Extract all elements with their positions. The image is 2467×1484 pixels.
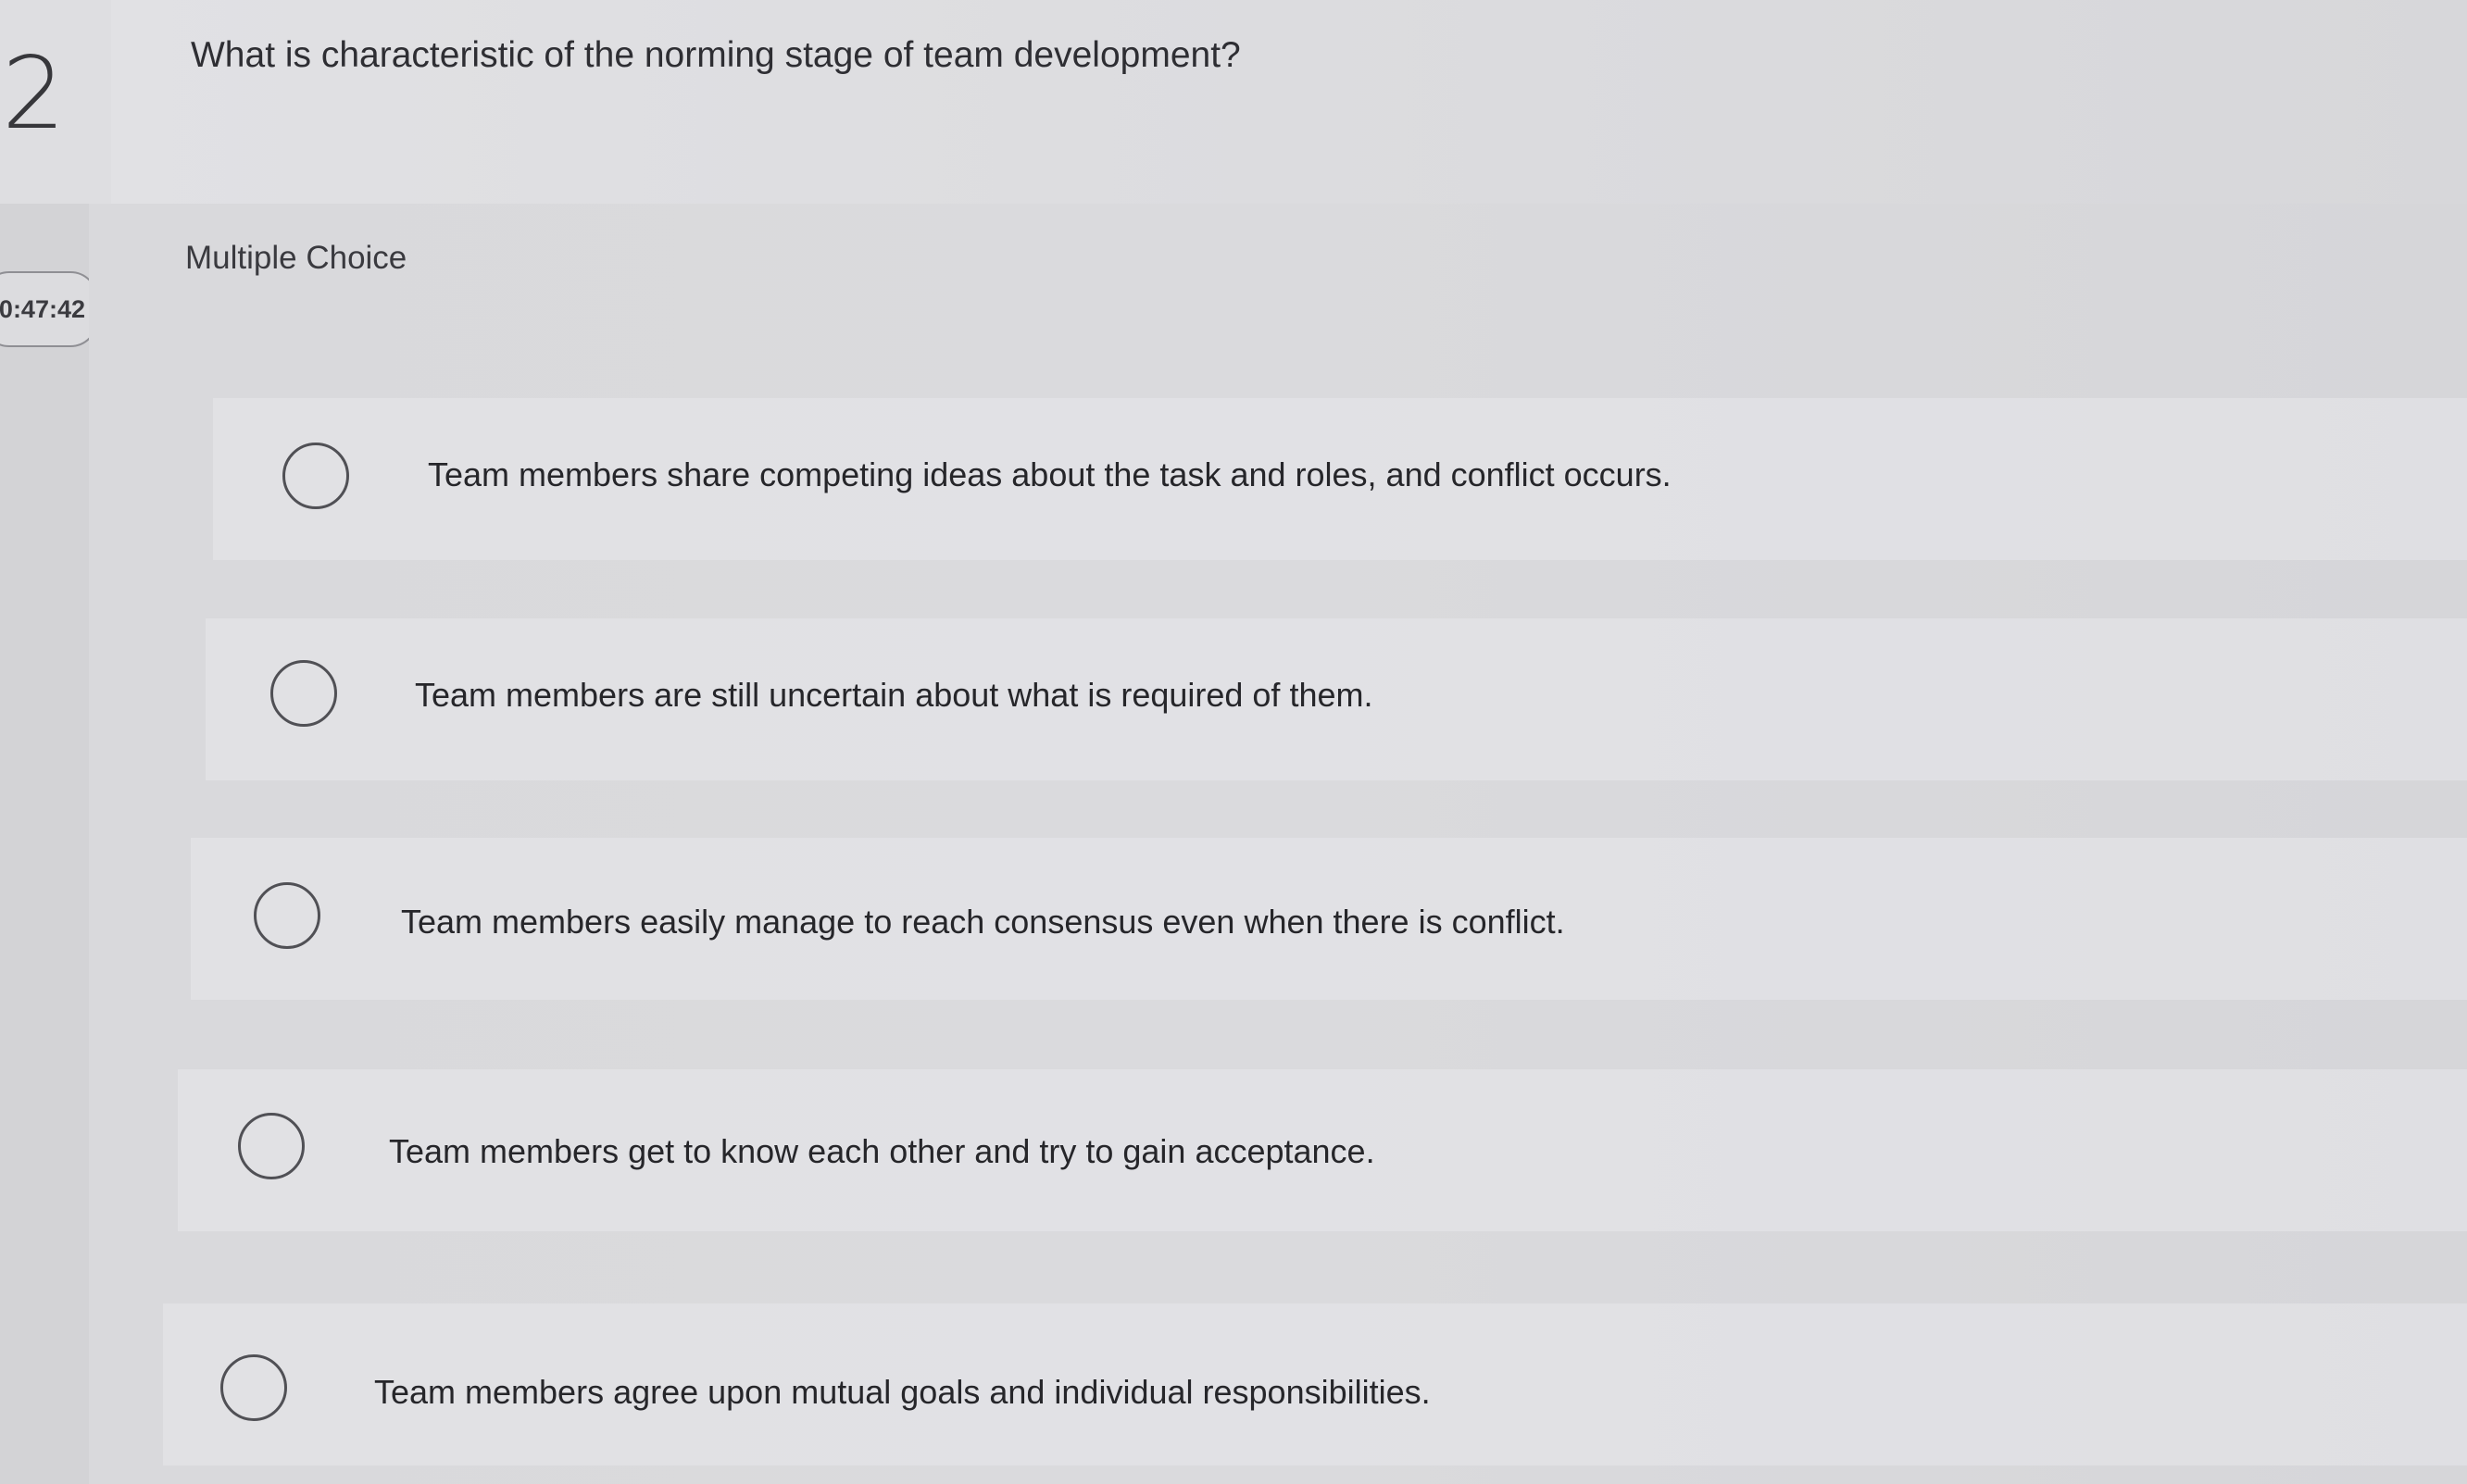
question-text: What is characteristic of the norming st…	[191, 35, 1241, 75]
radio-button-icon[interactable]	[238, 1113, 305, 1179]
question-type-label: Multiple Choice	[185, 240, 407, 276]
answer-option-label: Team members are still uncertain about w…	[415, 676, 1373, 714]
radio-button-icon[interactable]	[254, 882, 320, 949]
radio-button-icon[interactable]	[270, 660, 337, 727]
answer-option-label: Team members agree upon mutual goals and…	[374, 1373, 1431, 1411]
radio-button-icon[interactable]	[220, 1354, 287, 1421]
answer-option-1[interactable]: Team members share competing ideas about…	[213, 398, 2467, 560]
radio-button-icon[interactable]	[282, 443, 349, 509]
question-number: 2	[2, 36, 66, 152]
answer-option-label: Team members easily manage to reach cons…	[401, 903, 1565, 941]
question-header: What is characteristic of the norming st…	[111, 0, 2467, 204]
answer-option-5[interactable]: Team members agree upon mutual goals and…	[163, 1303, 2467, 1465]
timer[interactable]: 0:47:42	[0, 271, 98, 347]
answer-option-3[interactable]: Team members easily manage to reach cons…	[191, 838, 2467, 1000]
answer-option-label: Team members share competing ideas about…	[428, 455, 1672, 493]
answer-option-2[interactable]: Team members are still uncertain about w…	[206, 618, 2467, 780]
answer-option-4[interactable]: Team members get to know each other and …	[178, 1069, 2467, 1231]
answer-option-label: Team members get to know each other and …	[389, 1132, 1375, 1170]
